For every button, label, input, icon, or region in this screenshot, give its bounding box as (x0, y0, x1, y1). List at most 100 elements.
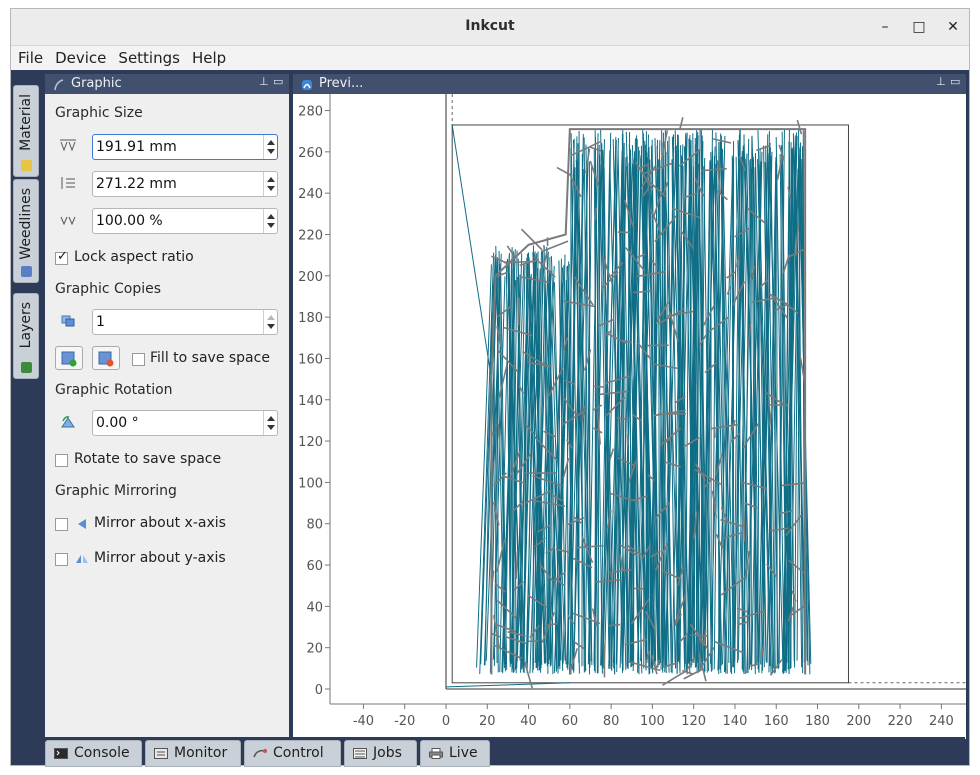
menu-file[interactable]: File (11, 46, 48, 67)
x-tick-label: 20 (479, 714, 496, 729)
menu-settings[interactable]: Settings (111, 46, 185, 67)
console-icon (54, 748, 68, 759)
x-tick-label: 0 (442, 714, 450, 729)
outline-path (743, 516, 746, 542)
control-icon (253, 749, 267, 758)
cut-path (776, 163, 778, 667)
dock-float-icon[interactable]: ▭ (273, 75, 283, 88)
outline-path (593, 385, 605, 388)
close-icon[interactable]: ✕ (943, 17, 963, 37)
bottom-dock-tabs: Console Monitor Control Jobs Live (45, 737, 965, 767)
height-spinbox[interactable] (92, 171, 278, 197)
preview-dock-title: Previ... (319, 76, 364, 91)
scale-up-arrow-icon[interactable] (267, 214, 275, 219)
graphic-size-header: Graphic Size (55, 105, 143, 121)
outline-path (540, 240, 569, 253)
tab-jobs[interactable]: Jobs (344, 740, 417, 767)
weedlines-icon (21, 266, 32, 277)
mirror-x-checkbox[interactable] (55, 518, 68, 531)
side-tab-material-label: Material (18, 94, 34, 151)
x-tick-label: 140 (723, 714, 748, 729)
y-tick-label: 20 (306, 642, 323, 657)
remove-copy-button[interactable] (92, 346, 120, 370)
rotation-up-arrow-icon[interactable] (267, 416, 275, 421)
x-tick-label: 220 (888, 714, 913, 729)
outline-path (726, 286, 731, 295)
height-down-arrow-icon[interactable] (267, 186, 275, 191)
scale-down-arrow-icon[interactable] (267, 223, 275, 228)
x-tick-label: 200 (846, 714, 871, 729)
height-up-arrow-icon[interactable] (267, 177, 275, 182)
x-tick-label: 160 (764, 714, 789, 729)
tab-monitor[interactable]: Monitor (145, 740, 241, 767)
y-tick-label: 220 (298, 228, 323, 243)
width-down-arrow-icon[interactable] (267, 149, 275, 154)
outline-path (634, 587, 644, 590)
fill-space-checkbox[interactable] (132, 353, 145, 366)
minimize-icon[interactable]: – (875, 17, 895, 37)
preview-pin-icon[interactable]: ⊥ (936, 75, 946, 88)
monitor-icon (154, 748, 168, 759)
copies-down-arrow-icon[interactable] (267, 324, 275, 329)
side-tab-layers[interactable]: Layers (13, 293, 39, 379)
maximize-icon[interactable]: □ (909, 17, 929, 37)
copies-input[interactable] (96, 313, 256, 331)
width-spin-arrows (263, 135, 277, 159)
preview-float-icon[interactable]: ▭ (950, 75, 960, 88)
menu-device[interactable]: Device (48, 46, 111, 67)
app-window: Inkcut – □ ✕ File Device Settings Help Mate… (10, 8, 970, 767)
copies-icon (61, 315, 75, 327)
x-tick-label: 120 (681, 714, 706, 729)
side-tab-weedlines[interactable]: Weedlines (13, 179, 39, 283)
height-icon (61, 177, 75, 189)
scale-input[interactable] (96, 212, 256, 230)
menu-help[interactable]: Help (185, 46, 231, 67)
add-copy-icon (61, 351, 77, 367)
preview-canvas[interactable]: -40 -20 0 20 40 60 80 100 120 140 160 180 200 220 240 0… (293, 94, 966, 739)
outline-path (506, 245, 515, 256)
tab-console[interactable]: Console (45, 740, 142, 767)
outline-path (608, 623, 621, 627)
scale-spinbox[interactable] (92, 208, 278, 234)
rotation-down-arrow-icon[interactable] (267, 425, 275, 430)
lock-aspect-checkbox[interactable]: ✓ (55, 249, 68, 265)
scale-spin-arrows (263, 209, 277, 233)
mirror-y-checkbox[interactable] (55, 553, 68, 566)
y-tick-label: 40 (306, 600, 323, 615)
mirror-x-icon (78, 519, 86, 529)
rotation-input[interactable] (96, 414, 256, 432)
width-spinbox[interactable] (92, 134, 278, 160)
copies-spinbox[interactable] (92, 309, 278, 335)
outline-path (713, 427, 716, 438)
preview-plot[interactable]: -40 -20 0 20 40 60 80 100 120 140 160 180 200 220 240 0… (293, 94, 966, 739)
y-tick-label: 260 (298, 146, 323, 161)
tab-monitor-label: Monitor (174, 745, 228, 761)
rotation-spinbox[interactable] (92, 410, 278, 436)
x-tick-label: 60 (562, 714, 579, 729)
x-tick-label: 180 (805, 714, 830, 729)
y-tick-label: 160 (298, 352, 323, 367)
lock-aspect-label: Lock aspect ratio (74, 249, 194, 265)
height-input[interactable] (96, 175, 256, 193)
y-tick-label: 100 (298, 476, 323, 491)
rotate-space-checkbox[interactable] (55, 454, 68, 467)
preview-dock-titlebar: Previ... ⊥ ▭ (293, 74, 966, 94)
copies-up-arrow-icon[interactable] (267, 315, 275, 320)
material-icon (21, 160, 32, 171)
tab-live[interactable]: Live (420, 740, 490, 767)
outline-path (575, 544, 604, 549)
x-tick-label: 80 (603, 714, 620, 729)
side-tab-material[interactable]: Material (13, 85, 39, 177)
tab-jobs-label: Jobs (373, 745, 402, 761)
outline-path (520, 228, 543, 251)
tab-control[interactable]: Control (244, 740, 341, 767)
width-up-arrow-icon[interactable] (267, 140, 275, 145)
title-bar: Inkcut – □ ✕ (11, 9, 969, 46)
dock-pin-icon[interactable]: ⊥ (259, 75, 269, 88)
add-copy-button[interactable] (55, 346, 83, 370)
jobs-icon (353, 748, 367, 759)
scale-icon (60, 216, 76, 226)
outline-path (515, 551, 519, 580)
width-input[interactable] (96, 138, 256, 156)
graphic-mirroring-header: Graphic Mirroring (55, 483, 177, 499)
